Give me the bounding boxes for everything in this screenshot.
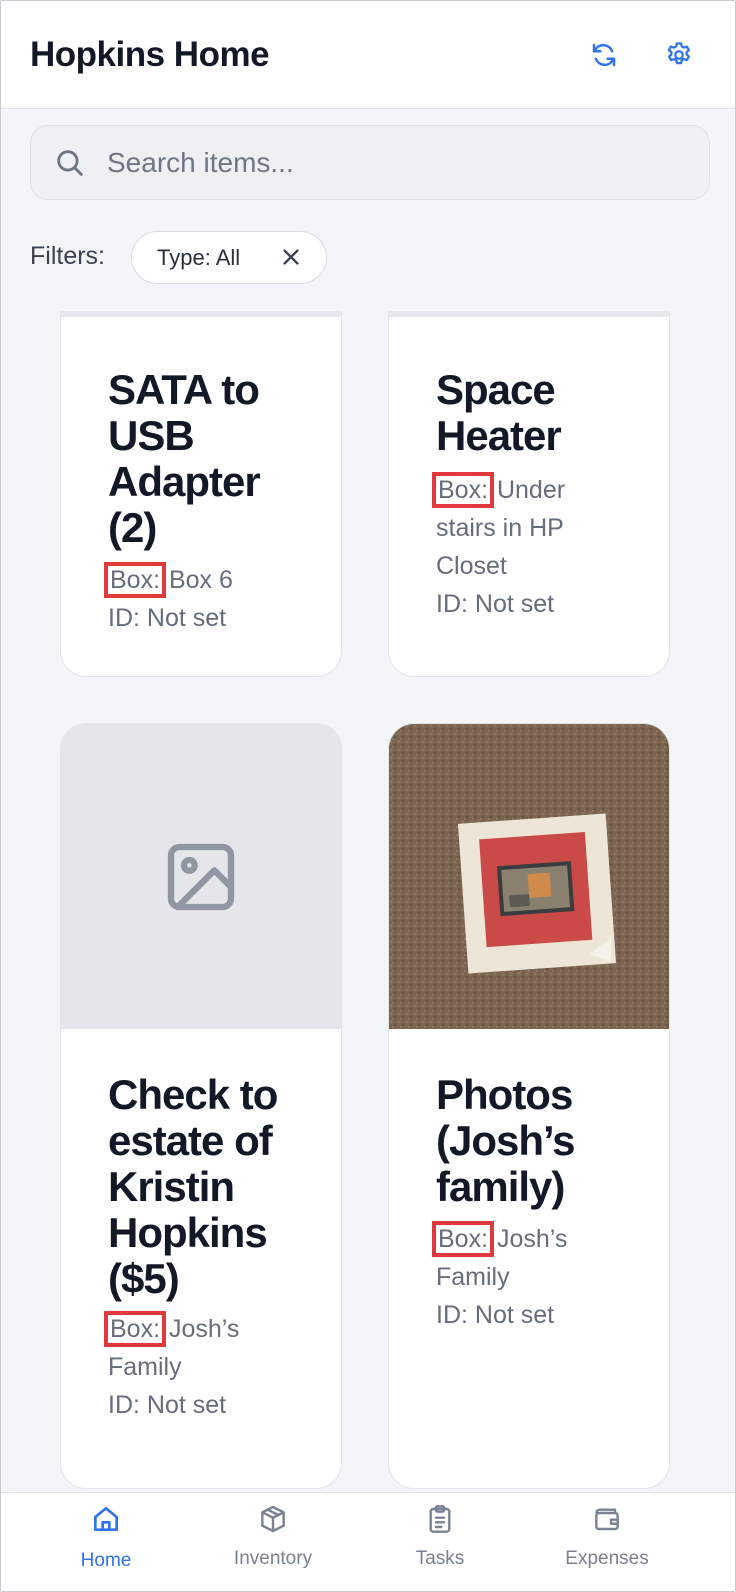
item-id: ID: Not set [436,1301,555,1329]
item-id: ID: Not set [108,604,227,632]
item-card[interactable]: SATA to USB Adapter (2) Box: Box 6 ID: N… [60,311,342,677]
item-meta: Box: Under stairs in HP Closet ID: Not s… [431,471,565,623]
item-card[interactable]: Photos (Josh’s family) Box: Josh’s Famil… [388,723,670,1489]
search-bar [30,125,710,200]
item-title: SATA to USB Adapter (2) [108,366,261,551]
nav-label: Home [80,1550,132,1571]
box-label-highlight: Box: [103,1311,167,1347]
nav-tasks[interactable]: Tasks [365,1493,515,1591]
item-card[interactable]: Space Heater Box: Under stairs in HP Clo… [388,311,670,677]
refresh-button[interactable] [584,35,624,75]
item-photo [389,724,669,1029]
filter-chip-type[interactable]: Type: All [131,231,327,284]
app-header: Hopkins Home [1,1,735,109]
box-icon [261,1505,285,1533]
box-label-highlight: Box: [103,562,167,598]
nav-label: Expenses [565,1548,649,1569]
close-icon[interactable] [280,246,302,273]
search-icon [57,150,83,176]
item-meta: Box: Box 6 ID: Not set [103,561,233,637]
box-label-highlight: Box: [431,472,495,508]
item-title: Space Heater [436,366,562,459]
item-title: Photos (Josh’s family) [436,1071,575,1210]
box-label-highlight: Box: [431,1221,495,1257]
filters-label: Filters: [30,242,105,270]
image-placeholder [61,724,341,1029]
app-title: Hopkins Home [30,35,270,74]
item-card[interactable]: Check to estate of Kristin Hopkins ($5) … [60,723,342,1489]
nav-expenses[interactable]: Expenses [532,1493,682,1591]
settings-button[interactable] [659,35,699,75]
clipboard-icon [429,1505,451,1533]
nav-home[interactable]: Home [31,1493,181,1591]
item-id: ID: Not set [436,590,555,618]
image-icon [167,843,235,910]
nav-label: Tasks [415,1548,465,1569]
item-title: Check to estate of Kristin Hopkins ($5) [108,1071,278,1302]
app-frame: Hopkins Home Filters: Type: All [0,0,736,1592]
wallet-icon [595,1508,619,1531]
search-input[interactable] [107,140,687,186]
nav-inventory[interactable]: Inventory [198,1493,348,1591]
item-meta: Box: Josh’s Family ID: Not set [431,1220,567,1334]
gear-icon [667,42,690,65]
home-icon [94,1507,118,1531]
item-id: ID: Not set [108,1391,227,1419]
nav-label: Inventory [233,1548,313,1569]
refresh-icon [592,43,616,67]
bottom-nav: Home Inventory Tasks Expenses [1,1492,735,1591]
item-meta: Box: Josh’s Family ID: Not set [103,1310,239,1424]
filter-chip-label: Type: All [157,245,241,270]
